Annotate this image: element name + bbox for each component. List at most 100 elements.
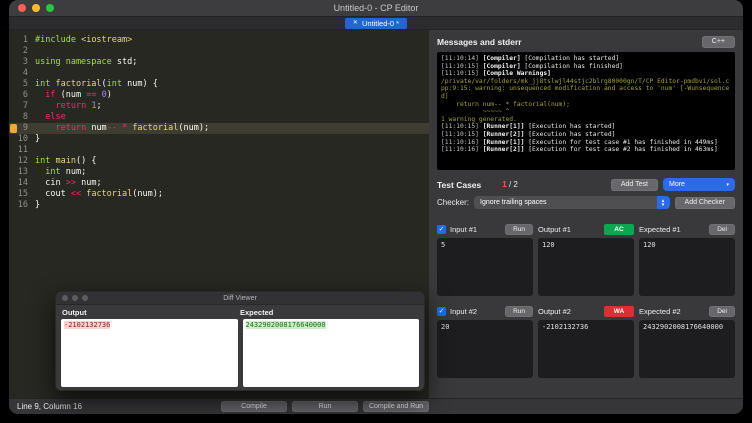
diff-output-label: Output: [62, 308, 87, 317]
stepper-arrows-icon: ▲ ▼: [656, 196, 670, 209]
minimize-window-button[interactable]: [32, 4, 40, 12]
log-line: [11:10:16] [Runner[2]] [Execution for te…: [441, 146, 718, 154]
code-text: cout << factorial(num);: [35, 189, 163, 199]
compile-and-run-button[interactable]: Compile and Run: [363, 401, 429, 412]
run-testcase-1-button[interactable]: Run: [505, 224, 533, 235]
code-text: return num-- * factorial(num);: [55, 123, 210, 133]
expected-2-textarea[interactable]: 2432902008176640000: [639, 320, 735, 378]
verdict-2-badge: WA: [604, 306, 634, 317]
delete-testcase-2-button[interactable]: Del: [709, 306, 735, 317]
code-line-10[interactable]: 10}: [9, 134, 429, 145]
add-test-button[interactable]: Add Test: [610, 178, 658, 191]
code-line-6[interactable]: 6 if (num == 0): [9, 90, 429, 101]
line-number: 16: [17, 200, 28, 210]
test-cases-toolbar: Test Cases 1 / 2 Add Test More ▾: [437, 178, 735, 191]
expected-1-textarea[interactable]: 120: [639, 238, 735, 296]
input-1-label: Input #1: [450, 225, 478, 234]
testcase-2-checkbox[interactable]: ✓: [437, 307, 446, 316]
testcase-2-header: ✓ Input #2 Run Output #2 WA Expected #2 …: [437, 306, 735, 317]
input-2-textarea[interactable]: 20: [437, 320, 533, 378]
code-text: cin >> num;: [35, 178, 102, 188]
log-line: [11:10:16] [Runner[1]] [Execution for te…: [441, 138, 718, 146]
test-cases-title: Test Cases: [437, 179, 482, 190]
diff-expected-label: Expected: [240, 308, 274, 317]
messages-header: Messages and stderr C++: [437, 36, 735, 48]
more-button[interactable]: More ▾: [663, 178, 735, 191]
code-line-2[interactable]: 2: [9, 46, 429, 57]
code-line-7[interactable]: 7 return 1;: [9, 101, 429, 112]
current-line-marker-icon: [10, 124, 17, 133]
tab-close-icon[interactable]: ✕: [353, 18, 358, 29]
code-line-1[interactable]: 1 #include <iostream>: [9, 35, 429, 46]
code-text: using namespace std;: [35, 57, 138, 67]
output-1-label: Output #1: [538, 225, 571, 234]
compile-button[interactable]: Compile: [221, 401, 287, 412]
code-line-14[interactable]: 14 cin >> num;: [9, 178, 429, 189]
diff-expected-pane[interactable]: 2432902008176640000: [242, 319, 419, 387]
messages-console[interactable]: [11:10:14] [Compiler] [Compilation has s…: [437, 52, 735, 170]
log-line: [11:10:15] [Compile Warnings]: [441, 70, 551, 78]
checker-select[interactable]: Ignore trailing spaces ▲ ▼: [474, 196, 670, 209]
code-text: if (num == 0): [45, 90, 112, 100]
output-1-textarea[interactable]: 120: [538, 238, 634, 296]
line-number: 8: [22, 112, 28, 122]
code-line-16[interactable]: 16}: [9, 200, 429, 211]
testcase-1-checkbox[interactable]: ✓: [437, 225, 446, 234]
diff-zoom-button[interactable]: [82, 295, 88, 301]
add-checker-button[interactable]: Add Checker: [674, 196, 735, 209]
log-line: [11:10:14] [Compiler] [Compilation has s…: [441, 55, 620, 62]
chevron-down-icon: ▾: [726, 181, 729, 188]
zoom-window-button[interactable]: [46, 4, 54, 12]
diff-minimize-button[interactable]: [72, 295, 78, 301]
line-number: 14: [17, 178, 28, 188]
code-text: int factorial(int num) {: [35, 79, 158, 89]
code-text: int num;: [45, 167, 87, 177]
code-line-12[interactable]: 12 int main() {: [9, 156, 429, 167]
code-text: else: [45, 112, 66, 122]
line-number: 1: [22, 35, 28, 45]
diff-close-button[interactable]: [62, 295, 68, 301]
checker-selected-value: Ignore trailing spaces: [480, 199, 547, 206]
code-text: }: [35, 200, 41, 210]
diff-viewer-window[interactable]: Diff Viewer Output Expected -2102132736 …: [55, 291, 425, 391]
code-line-5[interactable]: 5 int factorial(int num) {: [9, 79, 429, 90]
output-2-textarea[interactable]: -2102132736: [538, 320, 634, 378]
diff-viewer-titlebar[interactable]: Diff Viewer: [56, 292, 424, 305]
line-number: 2: [22, 46, 28, 56]
diff-viewer-title: Diff Viewer: [223, 294, 257, 302]
status-bar: Line 9, Column 16 Compile Run Compile an…: [9, 398, 743, 414]
run-button[interactable]: Run: [292, 401, 358, 412]
cursor-position: Line 9, Column 16: [17, 402, 82, 411]
code-line-15[interactable]: 15 cout << factorial(num);: [9, 189, 429, 200]
close-window-button[interactable]: [18, 4, 26, 12]
testcase-1-header: ✓ Input #1 Run Output #1 AC Expected #1 …: [437, 224, 735, 235]
messages-title: Messages and stderr: [437, 37, 522, 47]
desktop-background: Untitled-0 - CP Editor ✕ Untitled-0 * 1 #…: [0, 0, 752, 423]
log-line: [11:10:15] [Runner[2]] [Execution has st…: [441, 130, 616, 138]
line-number: 5: [22, 79, 28, 89]
code-line-9[interactable]: 9 return num-- * factorial(num);: [9, 123, 429, 134]
diff-panes: -2102132736 2432902008176640000: [56, 319, 424, 387]
code-line-13[interactable]: 13 int num;: [9, 167, 429, 178]
line-number: 3: [22, 57, 28, 67]
code-line-3[interactable]: 3 using namespace std;: [9, 57, 429, 68]
input-2-label: Input #2: [450, 307, 478, 316]
line-number: 11: [17, 145, 28, 155]
code-line-4[interactable]: 4: [9, 68, 429, 79]
titlebar[interactable]: Untitled-0 - CP Editor: [9, 0, 743, 17]
run-testcase-2-button[interactable]: Run: [505, 306, 533, 317]
code-line-8[interactable]: 8 else: [9, 112, 429, 123]
code-line-11[interactable]: 11: [9, 145, 429, 156]
delete-testcase-1-button[interactable]: Del: [709, 224, 735, 235]
language-button[interactable]: C++: [701, 36, 735, 48]
window-title: Untitled-0 - CP Editor: [333, 3, 419, 13]
expected-2-label: Expected #2: [639, 307, 681, 316]
expected-1-label: Expected #1: [639, 225, 681, 234]
diff-expected-value: 2432902008176640000: [245, 321, 326, 329]
traffic-lights: [18, 4, 54, 12]
tab-untitled-0[interactable]: ✕ Untitled-0 *: [344, 17, 408, 29]
verdict-1-badge: AC: [604, 224, 634, 235]
diff-output-pane[interactable]: -2102132736: [61, 319, 238, 387]
input-1-textarea[interactable]: 5: [437, 238, 533, 296]
verdict-count: 1 / 2: [502, 180, 518, 189]
